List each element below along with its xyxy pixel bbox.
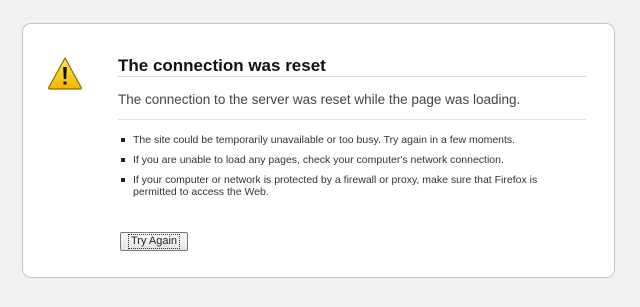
bullet-icon	[121, 178, 125, 182]
list-item: If you are unable to load any pages, che…	[119, 154, 559, 166]
description-divider	[118, 119, 586, 120]
list-item: The site could be temporarily unavailabl…	[119, 134, 559, 146]
try-again-button[interactable]: Try Again	[120, 232, 188, 251]
error-page-container: The connection was reset The connection …	[22, 23, 615, 278]
try-again-label: Try Again	[127, 234, 181, 249]
warning-icon	[47, 56, 83, 90]
bullet-icon	[121, 158, 125, 162]
detail-text: The site could be temporarily unavailabl…	[133, 134, 516, 146]
error-title: The connection was reset	[118, 56, 326, 75]
title-divider	[118, 76, 586, 77]
error-short-description: The connection to the server was reset w…	[118, 92, 521, 107]
bullet-icon	[121, 138, 125, 142]
list-item: If your computer or network is protected…	[119, 174, 559, 198]
error-details-list: The site could be temporarily unavailabl…	[119, 134, 559, 206]
detail-text: If you are unable to load any pages, che…	[133, 154, 504, 166]
detail-text: If your computer or network is protected…	[133, 174, 538, 198]
